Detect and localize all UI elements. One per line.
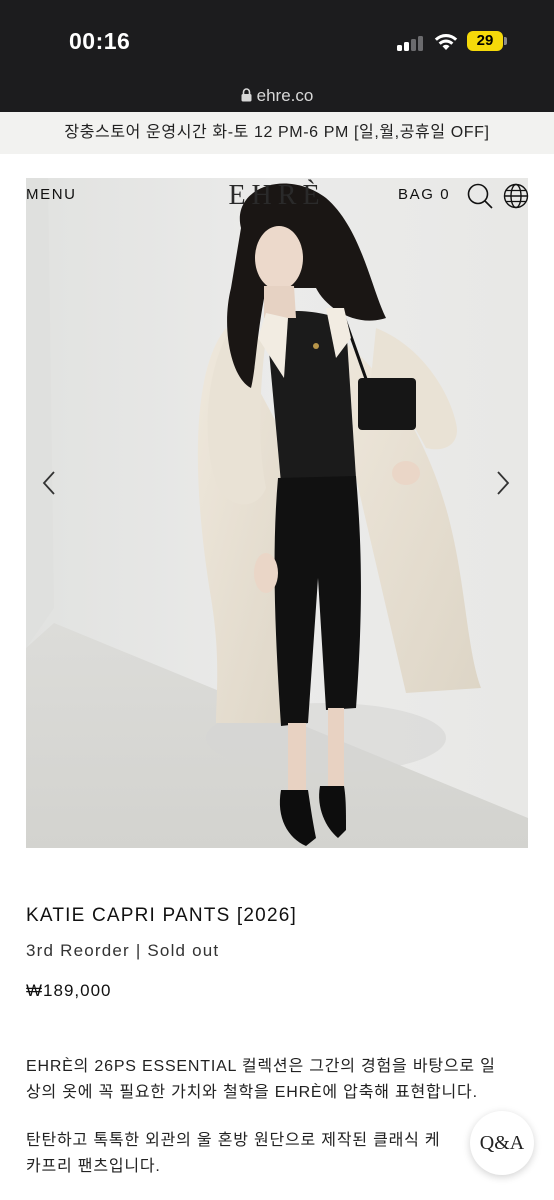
lock-icon	[241, 85, 252, 102]
bag-button[interactable]: BAG 0	[398, 186, 450, 203]
search-icon[interactable]	[466, 182, 494, 210]
battery-icon: 29	[467, 31, 507, 51]
cellular-signal-icon	[397, 35, 425, 51]
product-description-2: 탄탄하고 톡톡한 외관의 울 혼방 원단으로 제작된 클래식 케 카프리 팬츠입…	[26, 1128, 526, 1180]
url-text: ehre.co	[256, 86, 314, 105]
wifi-icon	[434, 34, 458, 50]
product-image[interactable]	[26, 178, 528, 848]
browser-url-bar[interactable]: ehre.co	[0, 84, 554, 112]
chevron-left-icon[interactable]	[38, 470, 62, 496]
description-line: 상의 옷에 꼭 필요한 가치와 철학을 EHRÈ에 압축해 표현합니다.	[26, 1084, 478, 1101]
status-time: 00:16	[69, 28, 131, 54]
chevron-right-icon[interactable]	[492, 470, 516, 496]
description-line: EHRÈ의 26PS ESSENTIAL 컬렉션은 그간의 경험을 바탕으로 일	[26, 1058, 496, 1075]
product-price: ₩189,000	[26, 981, 112, 1000]
product-description-1: EHRÈ의 26PS ESSENTIAL 컬렉션은 그간의 경험을 바탕으로 일…	[26, 1054, 526, 1106]
product-status: 3rd Reorder | Sold out	[26, 941, 220, 960]
description-line: 카프리 팬츠입니다.	[26, 1158, 161, 1175]
store-hours-notice: 장충스토어 운영시간 화-토 12 PM-6 PM [일,월,공휴일 OFF]	[0, 112, 554, 154]
description-line: 탄탄하고 톡톡한 외관의 울 혼방 원단으로 제작된 클래식 케	[26, 1132, 441, 1149]
status-bar: 00:16 29	[0, 0, 554, 84]
product-title: KATIE CAPRI PANTS [2026]	[26, 905, 297, 926]
qa-button[interactable]: Q&A	[470, 1111, 534, 1175]
battery-level: 29	[467, 31, 503, 51]
globe-icon[interactable]	[503, 183, 529, 209]
